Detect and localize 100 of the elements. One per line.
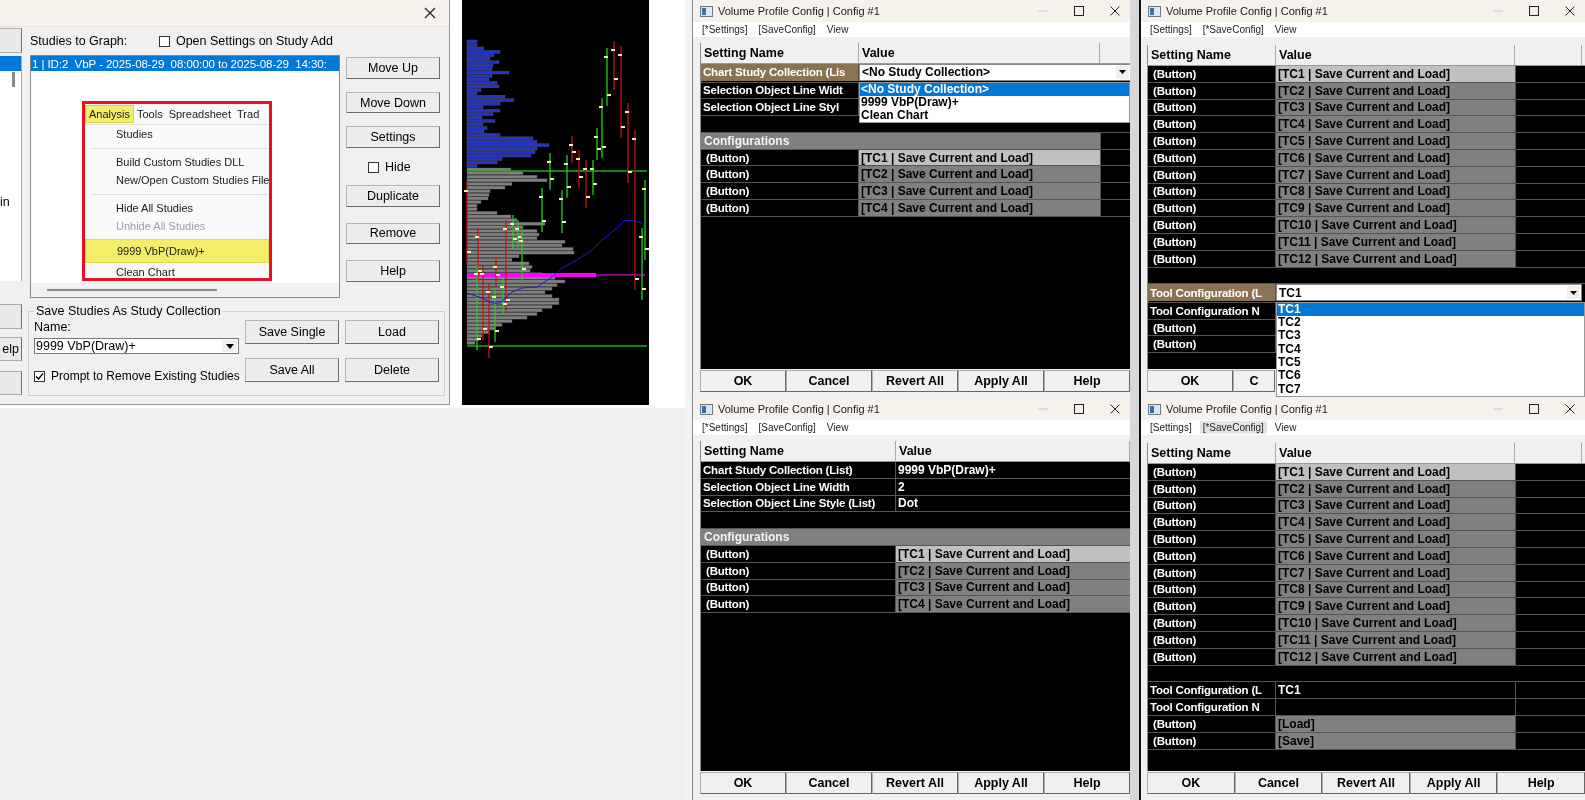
dialog-button[interactable]: OK	[1147, 370, 1233, 392]
dialog-button[interactable]: C	[1233, 370, 1275, 392]
dialog-button[interactable]: Apply All	[958, 370, 1044, 392]
menu-item[interactable]: [*SaveConfig]	[1199, 421, 1267, 434]
dialog-button[interactable]: elp	[0, 337, 22, 361]
dropdown-field[interactable]: <No Study Collection>	[859, 64, 1130, 81]
dialog-button[interactable]: Help	[346, 260, 440, 282]
button[interactable]	[0, 371, 22, 395]
dialog-button[interactable]: Remove	[346, 222, 440, 245]
checkbox[interactable]	[368, 161, 379, 173]
dropdown-option[interactable]: Clean Chart	[860, 109, 1129, 123]
dropdown-field[interactable]: TC1	[1276, 284, 1582, 302]
dialog-button[interactable]: Help	[1044, 772, 1130, 794]
value-button[interactable]: [TC4 | Save Current and Load]	[896, 596, 1130, 613]
close-icon[interactable]	[1565, 404, 1575, 414]
dropdown-option[interactable]: 9999 VbP(Draw)+	[860, 95, 1129, 110]
menu-title[interactable]: Analysis	[85, 105, 134, 123]
dialog-button[interactable]: Delete	[345, 358, 439, 382]
window-title: Volume Profile Config | Config #1	[718, 403, 881, 415]
maximize-icon[interactable]	[1074, 404, 1084, 414]
menu-item[interactable]: [SaveConfig]	[755, 421, 819, 434]
list-label: Studies to Graph:	[30, 34, 128, 48]
checkbox-label: Open Settings on Study Add	[175, 34, 333, 48]
menu-title[interactable]: Tools	[133, 106, 166, 122]
checkbox[interactable]	[158, 35, 170, 47]
dropdown-option[interactable]: <No Study Collection>	[860, 82, 1129, 96]
dialog-button[interactable]: Save Single	[245, 320, 339, 344]
dialog-button[interactable]: Cancel	[1234, 772, 1323, 794]
menu-item[interactable]: [*SaveConfig]	[1199, 23, 1267, 36]
value-button[interactable]: [TC10 | Save Current and Load]	[1276, 615, 1515, 631]
button[interactable]	[0, 304, 22, 329]
dropdown-option[interactable]: TC5	[1277, 356, 1584, 370]
maximize-icon[interactable]	[1529, 6, 1539, 16]
value-button[interactable]: [TC4 | Save Current and Load]	[1276, 514, 1515, 531]
value-button[interactable]: [TC9 | Save Current and Load]	[1276, 200, 1515, 217]
menu-item[interactable]: View	[1271, 23, 1300, 36]
scrollbar-thumb[interactable]	[47, 289, 217, 291]
maximize-icon[interactable]	[1074, 6, 1084, 16]
menu-title[interactable]: Trad	[234, 106, 263, 122]
value-button[interactable]: [TC9 | Save Current and Load]	[1276, 598, 1515, 615]
dialog-button[interactable]: Revert All	[872, 370, 958, 392]
dropdown-option[interactable]: TC1	[1277, 302, 1584, 317]
menu-item[interactable]: [*Settings]	[699, 23, 751, 36]
dialog-button[interactable]: Apply All	[1409, 772, 1498, 794]
value-button[interactable]: [TC5 | Save Current and Load]	[1276, 531, 1515, 547]
name-dropdown[interactable]: 9999 VbP(Draw)+	[34, 338, 239, 354]
menu-item[interactable]: [SaveConfig]	[755, 23, 819, 36]
menu-item[interactable]: [Settings]	[1147, 421, 1195, 434]
value-button[interactable]: [TC5 | Save Current and Load]	[1276, 133, 1515, 149]
value-button[interactable]: [TC3 | Save Current and Load]	[859, 183, 1100, 200]
menu-item[interactable]: Clean Chart	[85, 263, 269, 278]
value-button[interactable]: [TC1 | Save Current and Load]	[1276, 464, 1515, 480]
close-icon[interactable]	[1110, 404, 1120, 414]
checkbox[interactable]	[34, 370, 45, 382]
dialog-button[interactable]: Duplicate	[346, 184, 440, 207]
menu-item[interactable]: View	[823, 421, 852, 434]
menu-item[interactable]: [Settings]	[1147, 23, 1195, 36]
menu-item[interactable]: Studies	[85, 125, 269, 143]
dropdown-option[interactable]: TC4	[1277, 342, 1584, 357]
list-item[interactable]: 1 | ID:2 VbP - 2025-08-29 08:00:00 to 2025-08-29 14:30:	[31, 56, 339, 71]
menu-item[interactable]: New/Open Custom Studies File	[85, 171, 269, 189]
dialog-button[interactable]: Help	[1044, 370, 1130, 392]
dropdown-option[interactable]: TC7	[1277, 382, 1584, 396]
dialog-button[interactable]: Revert All	[872, 772, 958, 794]
dialog-button[interactable]: Move Down	[346, 91, 440, 114]
value-button[interactable]: [TC10 | Save Current and Load]	[1276, 217, 1515, 233]
menu-title[interactable]: Spreadsheet	[165, 106, 235, 122]
window-icon	[1148, 5, 1161, 17]
dialog-button[interactable]: Load	[345, 320, 439, 344]
button[interactable]	[0, 28, 22, 53]
scrollbar-thumb[interactable]	[12, 72, 15, 87]
value-button[interactable]: [TC1 | Save Current and Load]	[1276, 66, 1515, 82]
dialog-button[interactable]: Cancel	[786, 772, 872, 794]
dropdown-option[interactable]: TC2	[1277, 316, 1584, 330]
value-button[interactable]: [TC2 | Save Current and Load]	[859, 166, 1100, 183]
dialog-button[interactable]: Revert All	[1322, 772, 1410, 794]
dialog-button[interactable]: Help	[1497, 772, 1585, 794]
dropdown-option[interactable]: TC3	[1277, 329, 1584, 343]
menu-item[interactable]: View	[823, 23, 852, 36]
close-icon[interactable]	[1565, 6, 1575, 16]
value-button[interactable]: [TC4 | Save Current and Load]	[1276, 116, 1515, 133]
dialog-button[interactable]: Settings	[346, 126, 440, 149]
dropdown-option[interactable]: TC6	[1277, 369, 1584, 383]
dialog-button[interactable]: OK	[1147, 772, 1235, 794]
dialog-button[interactable]: Apply All	[958, 772, 1044, 794]
dialog-button[interactable]: OK	[700, 370, 786, 392]
dialog-button[interactable]: Save All	[245, 358, 339, 382]
maximize-icon[interactable]	[1529, 404, 1539, 414]
dialog-button[interactable]: Cancel	[786, 370, 872, 392]
menu-item[interactable]: Hide All Studies	[85, 199, 269, 217]
menu-item[interactable]: Build Custom Studies DLL	[85, 153, 269, 171]
close-icon[interactable]	[1110, 6, 1120, 16]
value-button[interactable]: [TC4 | Save Current and Load]	[859, 200, 1100, 216]
menu-item[interactable]: 9999 VbP(Draw)+	[85, 239, 269, 263]
close-icon	[424, 7, 436, 19]
menu-item[interactable]: [*Settings]	[699, 421, 751, 434]
menu-item[interactable]: View	[1271, 421, 1300, 434]
caret-icon	[1570, 290, 1577, 295]
dialog-button[interactable]: OK	[700, 772, 786, 794]
dialog-button[interactable]: Move Up	[346, 57, 440, 79]
